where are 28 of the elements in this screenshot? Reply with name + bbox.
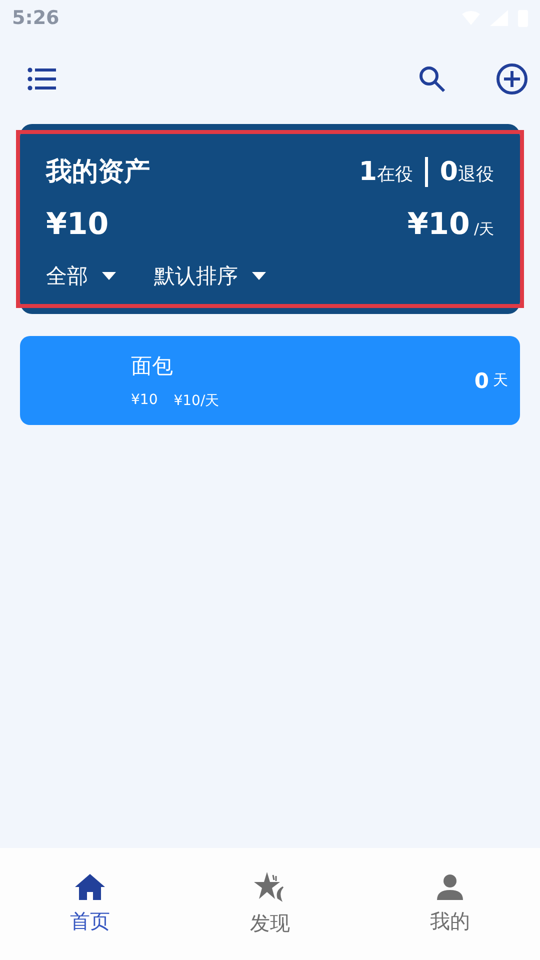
total-value: ¥10 — [46, 207, 109, 242]
asset-name: 面包 — [131, 352, 174, 380]
filter-dropdown[interactable]: 全部 — [46, 262, 116, 290]
asset-card[interactable]: 面包 ¥10 ¥10/天 0 天 — [20, 336, 520, 425]
active-count: 1 — [358, 157, 377, 187]
person-icon — [437, 874, 463, 900]
card-title: 我的资产 — [46, 156, 150, 189]
daily-cost: ¥10 — [407, 207, 470, 242]
home-icon — [75, 874, 105, 900]
asset-days: 0 — [474, 368, 489, 392]
asset-daily-cost: ¥10/天 — [174, 392, 220, 410]
filter-dropdown[interactable]: 默认排序 — [154, 262, 266, 290]
caret-icon — [252, 272, 266, 280]
nav-tab[interactable]: 发现 — [180, 864, 360, 944]
daily-unit: /天 — [474, 220, 494, 239]
nav-tab[interactable]: 我的 — [360, 866, 540, 942]
retired-label: 退役 — [458, 163, 494, 186]
active-label: 在役 — [376, 163, 413, 186]
days-unit: 天 — [493, 371, 508, 390]
status-time: 5:26 — [12, 7, 60, 29]
menu-icon[interactable] — [27, 67, 57, 91]
retired-count: 0 — [440, 157, 458, 187]
star-icon — [254, 872, 286, 902]
nav-tab[interactable]: 首页 — [0, 866, 180, 942]
asset-price: ¥10 — [131, 392, 158, 410]
add-icon[interactable] — [496, 63, 528, 95]
search-icon[interactable] — [418, 65, 446, 93]
caret-icon — [102, 272, 116, 280]
